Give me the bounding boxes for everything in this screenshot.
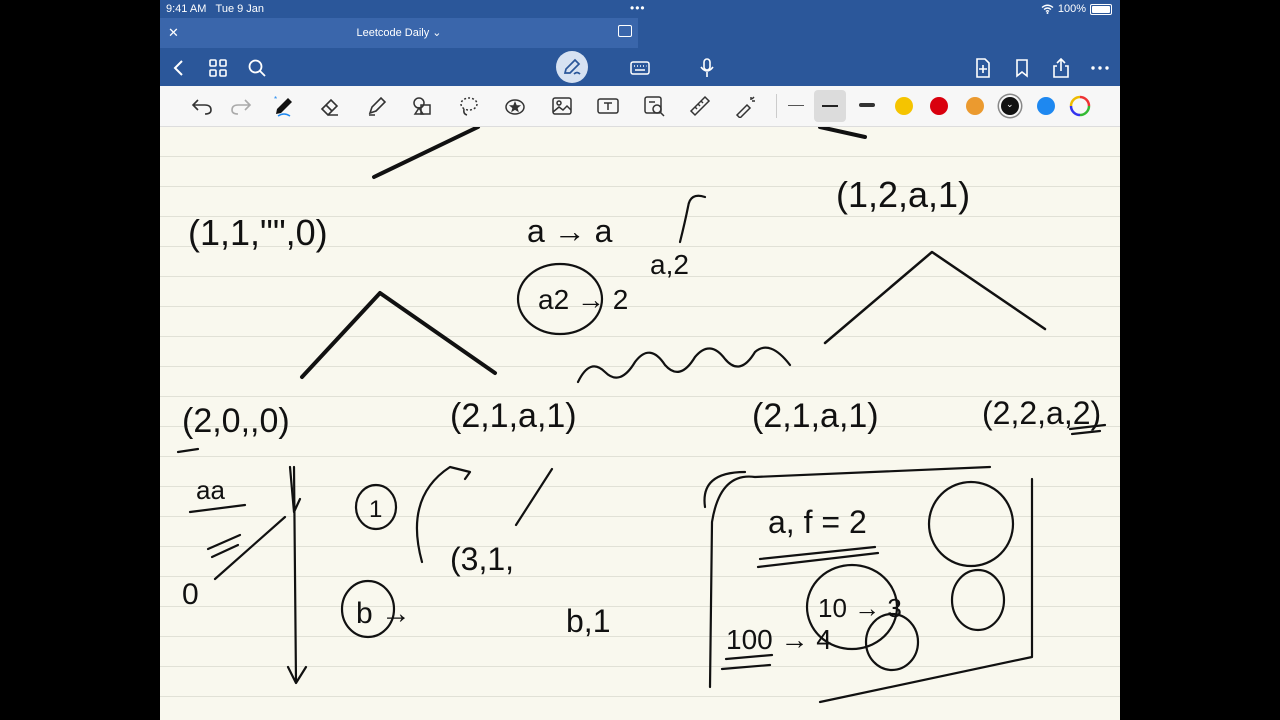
lasso-icon[interactable]	[457, 94, 481, 118]
tuple-1-1-empty-0: (1,1,"",0)	[188, 212, 328, 253]
tuple-1-2-a-1: (1,2,a,1)	[836, 174, 970, 215]
chevron-down-icon: ⌄	[1006, 99, 1014, 109]
status-date: Tue 9 Jan	[215, 3, 265, 15]
highlighter-icon[interactable]	[365, 94, 389, 118]
b-comma-1: b,1	[566, 603, 610, 639]
ink-underline	[756, 545, 880, 569]
note-canvas[interactable]: (1,1,"",0) a → a a,2 a2 → 2 (1,2,a,1) (2…	[160, 127, 1120, 720]
battery-icon	[1090, 3, 1112, 15]
tuple-2-1-a-1-right: (2,1,a,1)	[752, 397, 879, 435]
tuple-2-2-a-2: (2,2,a,2)	[982, 395, 1101, 431]
status-time: 9:41 AM	[166, 3, 207, 15]
tree-branch-left	[300, 291, 497, 379]
stroke-thin[interactable]	[788, 105, 804, 106]
color-picker-icon[interactable]	[1068, 94, 1092, 118]
ink-stroke	[818, 127, 867, 139]
stroke-medium-selected[interactable]	[814, 90, 846, 122]
document-title[interactable]: Leetcode Daily	[356, 27, 429, 39]
a-comma-2: a,2	[650, 249, 689, 280]
b-to: b →	[356, 597, 411, 630]
more-icon[interactable]	[1089, 57, 1111, 79]
ink-layer: (1,1,"",0) a → a a,2 a2 → 2 (1,2,a,1) (2…	[176, 127, 1107, 704]
a-to-a: a → a	[527, 213, 613, 249]
sticker-icon[interactable]	[503, 94, 527, 118]
ink-stroke	[213, 515, 287, 581]
status-bar: 9:41 AM Tue 9 Jan ••• 100%	[160, 0, 1120, 18]
ruler-icon[interactable]	[688, 94, 712, 118]
undo-icon[interactable]	[190, 94, 214, 118]
add-page-icon[interactable]	[972, 57, 994, 79]
document-tab[interactable]: ✕ Leetcode Daily ⌄	[160, 18, 638, 48]
image-icon[interactable]	[550, 94, 574, 118]
a-f-equals-2: a, f = 2	[768, 504, 867, 540]
tree-branch-right	[823, 250, 1047, 345]
back-icon[interactable]	[168, 57, 190, 79]
grid-icon[interactable]	[207, 57, 229, 79]
wifi-icon	[1041, 4, 1054, 14]
circle-3	[950, 568, 1006, 632]
top-toolbar	[160, 48, 1120, 86]
microphone-icon[interactable]	[696, 57, 718, 79]
redo-icon[interactable]	[229, 94, 253, 118]
ink-stroke	[372, 127, 480, 179]
scan-icon[interactable]	[642, 94, 666, 118]
node-1-label: 1	[369, 496, 382, 523]
ink-underline	[188, 503, 247, 514]
wavy-line	[576, 346, 792, 384]
battery-percent: 100%	[1057, 3, 1086, 15]
color-red[interactable]	[930, 97, 948, 115]
shapes-icon[interactable]	[411, 94, 435, 118]
color-blue[interactable]	[1037, 97, 1055, 115]
search-icon[interactable]	[246, 57, 268, 79]
title-bar: ✕ Leetcode Daily ⌄	[160, 18, 1120, 48]
color-black-selected[interactable]: ⌄	[1001, 97, 1019, 115]
split-view-icon[interactable]	[618, 25, 632, 37]
text-box-icon[interactable]	[596, 94, 620, 118]
ten-to-three: 10 → 3	[818, 593, 902, 623]
ink-stroke	[678, 194, 707, 244]
down-arrow	[286, 465, 308, 685]
ink-stroke	[176, 447, 200, 454]
drawing-toolbar: * ⌄	[160, 86, 1120, 127]
pen-tool-icon[interactable]: *	[272, 94, 296, 118]
laser-pointer-icon[interactable]	[734, 94, 758, 118]
zero-label: 0	[182, 578, 199, 611]
color-orange[interactable]	[966, 97, 984, 115]
bookmark-icon[interactable]	[1011, 57, 1033, 79]
eraser-icon[interactable]	[318, 94, 342, 118]
pen-mode-icon[interactable]	[556, 51, 588, 83]
a2-to-2: a2 → 2	[538, 284, 628, 315]
tuple-2-0-0: (2,0,,0)	[182, 402, 290, 440]
stroke-thick[interactable]	[859, 103, 875, 107]
svg-text:*: *	[274, 95, 277, 104]
hundred-to-four: 100 → 4	[726, 624, 832, 655]
toolbar-divider	[776, 94, 777, 118]
tuple-3-1: (3,1,	[450, 541, 514, 577]
notes-app: 9:41 AM Tue 9 Jan ••• 100% ✕ Leetcode Da…	[160, 0, 1120, 720]
tuple-2-1-a-1-mid: (2,1,a,1)	[450, 397, 577, 435]
ink-stroke	[514, 467, 554, 527]
ink-underline	[720, 653, 774, 671]
circle-2	[927, 480, 1015, 568]
multitasking-dots-icon[interactable]: •••	[630, 1, 646, 15]
keyboard-icon[interactable]	[629, 57, 651, 79]
color-yellow[interactable]	[895, 97, 913, 115]
ink-cross	[206, 533, 242, 559]
share-icon[interactable]	[1050, 57, 1072, 79]
aa-label: aa	[196, 475, 225, 505]
